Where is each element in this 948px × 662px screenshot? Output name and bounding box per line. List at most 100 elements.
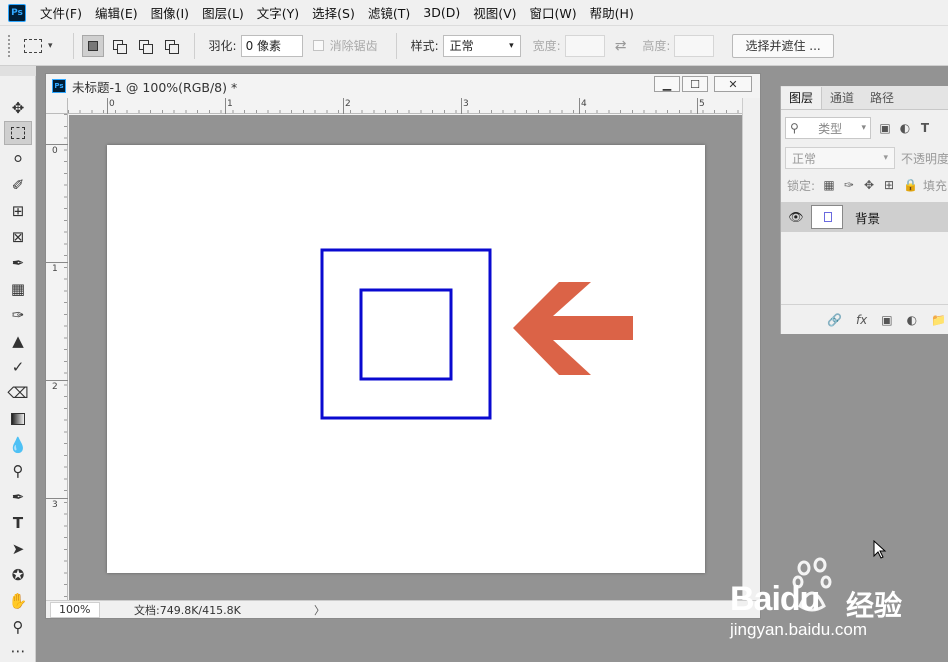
lasso-tool-icon[interactable]: ⚪	[4, 147, 32, 171]
gradient-tool-icon[interactable]	[4, 407, 32, 431]
visibility-eye-icon[interactable]: 👁	[781, 210, 811, 224]
menu-select[interactable]: 选择(S)	[312, 3, 355, 22]
document-tab[interactable]: Ps 未标题-1 @ 100%(RGB/8) *	[46, 74, 760, 98]
horizontal-ruler[interactable]	[68, 98, 742, 114]
move-tool-icon[interactable]: ✥	[4, 96, 32, 120]
maximize-button[interactable]: ☐	[682, 76, 708, 92]
close-button[interactable]: ✕	[714, 76, 752, 92]
chevron-down-icon[interactable]: ▾	[48, 41, 53, 51]
left-arrow-shape[interactable]	[513, 282, 633, 375]
ruler-h-label: 2	[345, 99, 351, 109]
chevron-down-icon: ▾	[883, 153, 888, 163]
add-mask-icon[interactable]: ▣	[881, 313, 892, 327]
lock-position-icon[interactable]: ✥	[863, 178, 875, 192]
watermark-brand-cn: 经验	[846, 590, 903, 621]
quick-select-tool-icon[interactable]: ✐	[4, 173, 32, 197]
eraser-tool-icon[interactable]: ⌫	[4, 381, 32, 405]
hand-tool-icon[interactable]: ✋	[4, 589, 32, 613]
tab-paths[interactable]: 路径	[862, 87, 902, 109]
menu-view[interactable]: 视图(V)	[473, 3, 516, 22]
add-selection-icon	[112, 39, 127, 54]
zoom-tool-icon[interactable]: ⚲	[4, 615, 32, 639]
antialias-label: 消除锯齿	[329, 39, 378, 53]
filter-adjustment-icon[interactable]: ◐	[899, 121, 911, 135]
adjustment-layer-icon[interactable]: ◐	[907, 313, 917, 327]
lock-artboard-icon[interactable]: ⊞	[883, 178, 895, 192]
style-select[interactable]: 正常 ▾	[442, 34, 521, 57]
lock-pixels-icon[interactable]: ✑	[843, 178, 855, 192]
minimize-button[interactable]: ▁	[654, 76, 680, 92]
link-layers-icon[interactable]: 🔗	[827, 313, 842, 327]
ruler-v-tick	[46, 144, 68, 145]
menu-layer[interactable]: 图层(L)	[202, 3, 244, 22]
blend-mode-value: 正常	[792, 151, 817, 166]
type-tool-icon[interactable]: T	[4, 511, 32, 535]
ruler-h-tick	[225, 98, 226, 114]
toolbar-grip[interactable]	[0, 66, 36, 76]
width-input[interactable]	[564, 34, 605, 57]
height-input[interactable]	[674, 34, 715, 57]
menu-type[interactable]: 文字(Y)	[257, 3, 299, 22]
menu-window[interactable]: 窗口(W)	[530, 3, 577, 22]
feather-input[interactable]: 0 像素	[240, 34, 303, 57]
layer-row-background[interactable]: 👁 背景	[781, 202, 948, 232]
brush-tool-icon[interactable]: ✑	[4, 303, 32, 327]
history-brush-tool-icon[interactable]: ✓	[4, 355, 32, 379]
dodge-tool-icon[interactable]: ⚲	[4, 459, 32, 483]
ruler-v-label: 3	[52, 500, 58, 510]
canvas-workspace[interactable]	[69, 115, 742, 600]
document-title: 未标题-1 @ 100%(RGB/8) *	[72, 79, 238, 95]
filter-type-icon[interactable]: T	[919, 121, 931, 135]
menu-image[interactable]: 图像(I)	[151, 3, 189, 22]
eyedropper-tool-icon[interactable]: ✒	[4, 251, 32, 275]
lock-transparent-icon[interactable]: ▦	[823, 178, 835, 192]
chevron-down-icon: ▾	[509, 40, 514, 51]
layer-kind-select[interactable]: ⚲ 类型 ▾	[785, 117, 871, 139]
blur-tool-icon[interactable]: 💧	[4, 433, 32, 457]
menu-filter[interactable]: 滤镜(T)	[368, 3, 410, 22]
tab-channels[interactable]: 通道	[822, 87, 862, 109]
crop-tool-icon[interactable]: ⊞	[4, 199, 32, 223]
menu-help[interactable]: 帮助(H)	[590, 3, 634, 22]
select-and-mask-button[interactable]: 选择并遮住 ...	[732, 33, 834, 58]
menu-file[interactable]: 文件(F)	[40, 3, 82, 22]
subtract-selection-button[interactable]	[134, 35, 156, 57]
image-canvas[interactable]	[107, 145, 705, 573]
add-selection-button[interactable]	[108, 35, 130, 57]
antialias-checkbox[interactable]	[312, 40, 324, 51]
ruler-corner[interactable]	[46, 98, 68, 114]
outer-square[interactable]	[320, 248, 492, 420]
layers-footer: 🔗 fx ▣ ◐ 📁	[781, 304, 948, 334]
inner-square[interactable]	[359, 288, 453, 381]
filter-pixel-icon[interactable]: ▣	[879, 121, 891, 135]
baidu-watermark: Baidu 经验 jingyan.baidu.com	[728, 556, 938, 646]
vertical-ruler[interactable]	[46, 114, 68, 600]
status-menu-chevron-icon[interactable]: 〉	[314, 602, 325, 618]
ruler-h-tick	[579, 98, 580, 114]
intersect-selection-button[interactable]	[160, 35, 182, 57]
frame-tool-icon[interactable]: ⊠	[4, 225, 32, 249]
custom-shape-tool-icon[interactable]: ✪	[4, 563, 32, 587]
feather-label: 羽化:	[208, 39, 237, 53]
watermark-brand: Baidu	[730, 580, 820, 618]
swap-icon[interactable]: ⇄	[615, 38, 627, 54]
clone-stamp-tool-icon[interactable]: ▲	[4, 329, 32, 353]
opacity-label: 不透明度	[900, 151, 948, 166]
vertical-scrollbar[interactable]	[742, 98, 760, 600]
zoom-level-field[interactable]: 100%	[50, 601, 100, 618]
blend-mode-select[interactable]: 正常 ▾	[785, 147, 895, 169]
lock-all-icon[interactable]: 🔒	[903, 178, 918, 192]
healing-brush-tool-icon[interactable]: ▦	[4, 277, 32, 301]
menu-edit[interactable]: 编辑(E)	[95, 3, 138, 22]
pen-tool-icon[interactable]: ✒	[4, 485, 32, 509]
new-selection-button[interactable]	[81, 34, 104, 57]
new-group-icon[interactable]: 📁	[931, 313, 946, 327]
rect-marquee-tool-icon[interactable]	[4, 121, 32, 145]
more-tools-icon[interactable]: ⋯	[4, 639, 32, 662]
layer-style-icon[interactable]: fx	[856, 313, 867, 327]
options-grip[interactable]	[8, 34, 12, 57]
marquee-preset-icon[interactable]	[24, 38, 42, 53]
menu-3d[interactable]: 3D(D)	[423, 5, 460, 20]
path-select-tool-icon[interactable]: ➤	[4, 537, 32, 561]
tab-layers[interactable]: 图层	[781, 87, 823, 109]
